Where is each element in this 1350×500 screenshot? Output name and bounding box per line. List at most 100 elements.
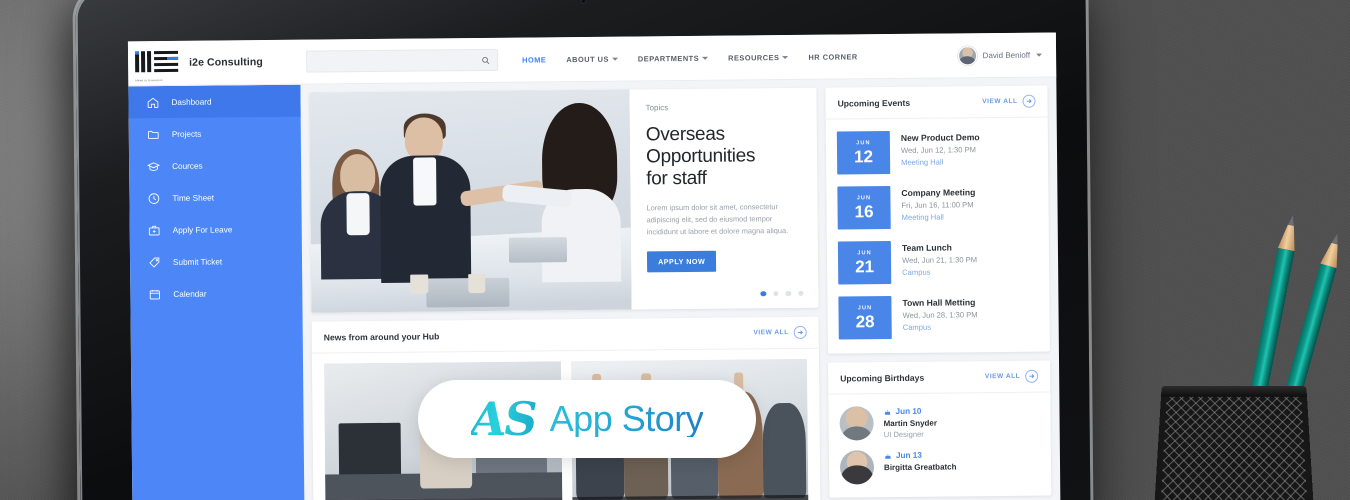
sidebar: Dashboard Projects Cources Time Sheet Ap… bbox=[128, 84, 305, 500]
event-info: New Product Demo Wed, Jun 12, 1:30 PM Me… bbox=[901, 130, 980, 167]
meeting-photo bbox=[309, 89, 632, 313]
search-input[interactable] bbox=[314, 55, 491, 67]
event-month: JUN bbox=[856, 140, 871, 147]
chevron-down-icon bbox=[611, 57, 618, 61]
nav-item-departments[interactable]: DEPARTMENTS bbox=[637, 53, 709, 63]
events-view-all-button[interactable]: VIEW ALL bbox=[982, 94, 1036, 109]
avatar bbox=[957, 45, 977, 65]
i2e-logo-icon: Ideas to Execution bbox=[134, 50, 180, 82]
nav-item-about-us[interactable]: ABOUT US bbox=[566, 54, 618, 64]
event-datetime: Wed, Jun 28, 1:30 PM bbox=[902, 310, 978, 320]
event-month: JUN bbox=[857, 250, 872, 257]
top-navigation-bar: Ideas to Execution i2e Consulting HOME A… bbox=[127, 32, 1057, 87]
search-icon[interactable] bbox=[481, 55, 490, 64]
sidebar-item-label: Cources bbox=[172, 161, 203, 171]
nav-item-hr-corner[interactable]: HR CORNER bbox=[808, 52, 857, 61]
user-menu[interactable]: David Benioff bbox=[957, 45, 1043, 65]
sidebar-item-label: Time Sheet bbox=[172, 193, 215, 203]
event-date-badge: JUN 28 bbox=[838, 296, 892, 340]
birthday-name: Birgitta Greatbatch bbox=[883, 462, 957, 473]
birthday-role: UI Designer bbox=[883, 429, 924, 440]
event-datetime: Wed, Jun 21, 1:30 PM bbox=[902, 255, 978, 265]
event-month: JUN bbox=[856, 195, 872, 202]
avatar bbox=[839, 406, 874, 441]
event-month: JUN bbox=[857, 305, 873, 312]
event-day: 28 bbox=[855, 312, 875, 332]
carousel-dot-2[interactable] bbox=[772, 290, 779, 297]
sidebar-item-label: Calendar bbox=[173, 289, 207, 299]
birthday-date: Jun 13 bbox=[884, 450, 957, 460]
pencil-cup-decoration bbox=[1112, 160, 1342, 500]
carousel-dot-3[interactable] bbox=[785, 290, 791, 297]
birthday-row[interactable]: Jun 13 Birgitta Greatbatch bbox=[839, 444, 1040, 490]
sidebar-item-cources[interactable]: Cources bbox=[129, 149, 301, 183]
sidebar-item-calendar[interactable]: Calendar bbox=[130, 277, 302, 311]
carousel-dots bbox=[760, 290, 804, 297]
event-row[interactable]: JUN 16 Company Meeting Fri, Jun 16, 11:0… bbox=[837, 179, 1038, 236]
event-location: Meeting Hall bbox=[901, 212, 944, 222]
event-row[interactable]: JUN 21 Team Lunch Wed, Jun 21, 1:30 PM C… bbox=[837, 234, 1039, 291]
content-right-column: Upcoming Events VIEW ALL JUN 12 New Prod… bbox=[825, 85, 1052, 500]
events-list: JUN 12 New Product Demo Wed, Jun 12, 1:3… bbox=[826, 118, 1050, 354]
sidebar-item-dashboard[interactable]: Dashboard bbox=[128, 84, 301, 119]
sidebar-item-label: Dashboard bbox=[171, 97, 212, 107]
search-box[interactable] bbox=[306, 48, 499, 73]
sidebar-item-apply-for-leave[interactable]: Apply For Leave bbox=[130, 213, 302, 247]
home-icon bbox=[147, 97, 159, 108]
nav-item-home[interactable]: HOME bbox=[522, 55, 546, 64]
news-view-all-button[interactable]: VIEW ALL bbox=[753, 325, 807, 340]
hero-title-line-2: Opportunities bbox=[645, 145, 756, 168]
sidebar-item-submit-ticket[interactable]: Submit Ticket bbox=[130, 245, 302, 279]
sidebar-item-projects[interactable]: Projects bbox=[129, 117, 301, 151]
hero-banner: Topics Overseas Opportunities for staff … bbox=[309, 87, 819, 313]
calendar-icon bbox=[149, 289, 160, 299]
nav-label: DEPARTMENTS bbox=[637, 53, 700, 63]
chevron-down-icon bbox=[782, 55, 789, 59]
event-name: Town Hall Metting bbox=[902, 297, 976, 308]
nav-label: ABOUT US bbox=[566, 54, 609, 64]
events-title: Upcoming Events bbox=[837, 97, 911, 109]
chevron-down-icon[interactable] bbox=[1036, 53, 1043, 57]
birthdays-list: Jun 10 Martin Snyder UI Designer Jun 13 … bbox=[828, 393, 1051, 498]
hero-title-line-1: Overseas bbox=[645, 123, 725, 146]
birthday-name: Martin Snyder bbox=[883, 418, 937, 429]
event-location: Campus bbox=[902, 267, 931, 277]
carousel-dot-4[interactable] bbox=[797, 290, 804, 296]
birthday-date-label: Jun 13 bbox=[895, 450, 922, 461]
sidebar-item-label: Apply For Leave bbox=[172, 224, 233, 235]
event-datetime: Wed, Jun 12, 1:30 PM bbox=[900, 145, 977, 155]
app-story-logo-overlay: AS App Story bbox=[418, 380, 756, 458]
nav-item-resources[interactable]: RESOURCES bbox=[728, 53, 789, 62]
birthdays-view-all-button[interactable]: VIEW ALL bbox=[985, 369, 1039, 384]
event-row[interactable]: JUN 28 Town Hall Metting Wed, Jun 28, 1:… bbox=[838, 289, 1039, 346]
birthday-date: Jun 10 bbox=[883, 407, 936, 417]
event-day: 12 bbox=[853, 147, 874, 167]
upcoming-birthdays-panel: Upcoming Birthdays VIEW ALL Jun 10 Marti… bbox=[828, 360, 1052, 498]
upcoming-events-panel: Upcoming Events VIEW ALL JUN 12 New Prod… bbox=[825, 85, 1050, 354]
event-location: Meeting Hall bbox=[901, 157, 944, 167]
folder-icon bbox=[147, 130, 159, 139]
event-row[interactable]: JUN 12 New Product Demo Wed, Jun 12, 1:3… bbox=[836, 124, 1038, 181]
carousel-dot-1[interactable] bbox=[760, 290, 766, 297]
event-date-badge: JUN 21 bbox=[837, 241, 892, 285]
sidebar-item-time-sheet[interactable]: Time Sheet bbox=[129, 181, 301, 215]
event-date-badge: JUN 12 bbox=[836, 131, 891, 175]
birthday-row[interactable]: Jun 10 Martin Snyder UI Designer bbox=[839, 400, 1039, 446]
sidebar-item-label: Projects bbox=[171, 129, 202, 139]
apply-now-button[interactable]: APPLY NOW bbox=[646, 250, 717, 273]
mesh-cup-icon bbox=[1153, 386, 1315, 500]
user-name: David Benioff bbox=[982, 50, 1031, 60]
arrow-right-icon bbox=[793, 325, 807, 339]
main-nav: HOME ABOUT US DEPARTMENTS RESOURCES HR C… bbox=[522, 52, 858, 64]
briefcase-plus-icon bbox=[148, 225, 160, 235]
brand[interactable]: Ideas to Execution i2e Consulting bbox=[128, 49, 300, 82]
event-info: Company Meeting Fri, Jun 16, 11:00 PM Me… bbox=[901, 185, 975, 222]
hero-description: Lorem ipsum dolor sit amet, consectetur … bbox=[646, 202, 789, 237]
event-day: 21 bbox=[855, 257, 875, 277]
birthday-info: Jun 13 Birgitta Greatbatch bbox=[884, 449, 957, 472]
hero-title: Overseas Opportunities for staff bbox=[646, 123, 802, 191]
hero-eyebrow: Topics bbox=[645, 103, 669, 113]
cake-icon bbox=[885, 453, 891, 459]
avatar bbox=[839, 450, 875, 485]
birthday-date-label: Jun 10 bbox=[895, 406, 922, 417]
